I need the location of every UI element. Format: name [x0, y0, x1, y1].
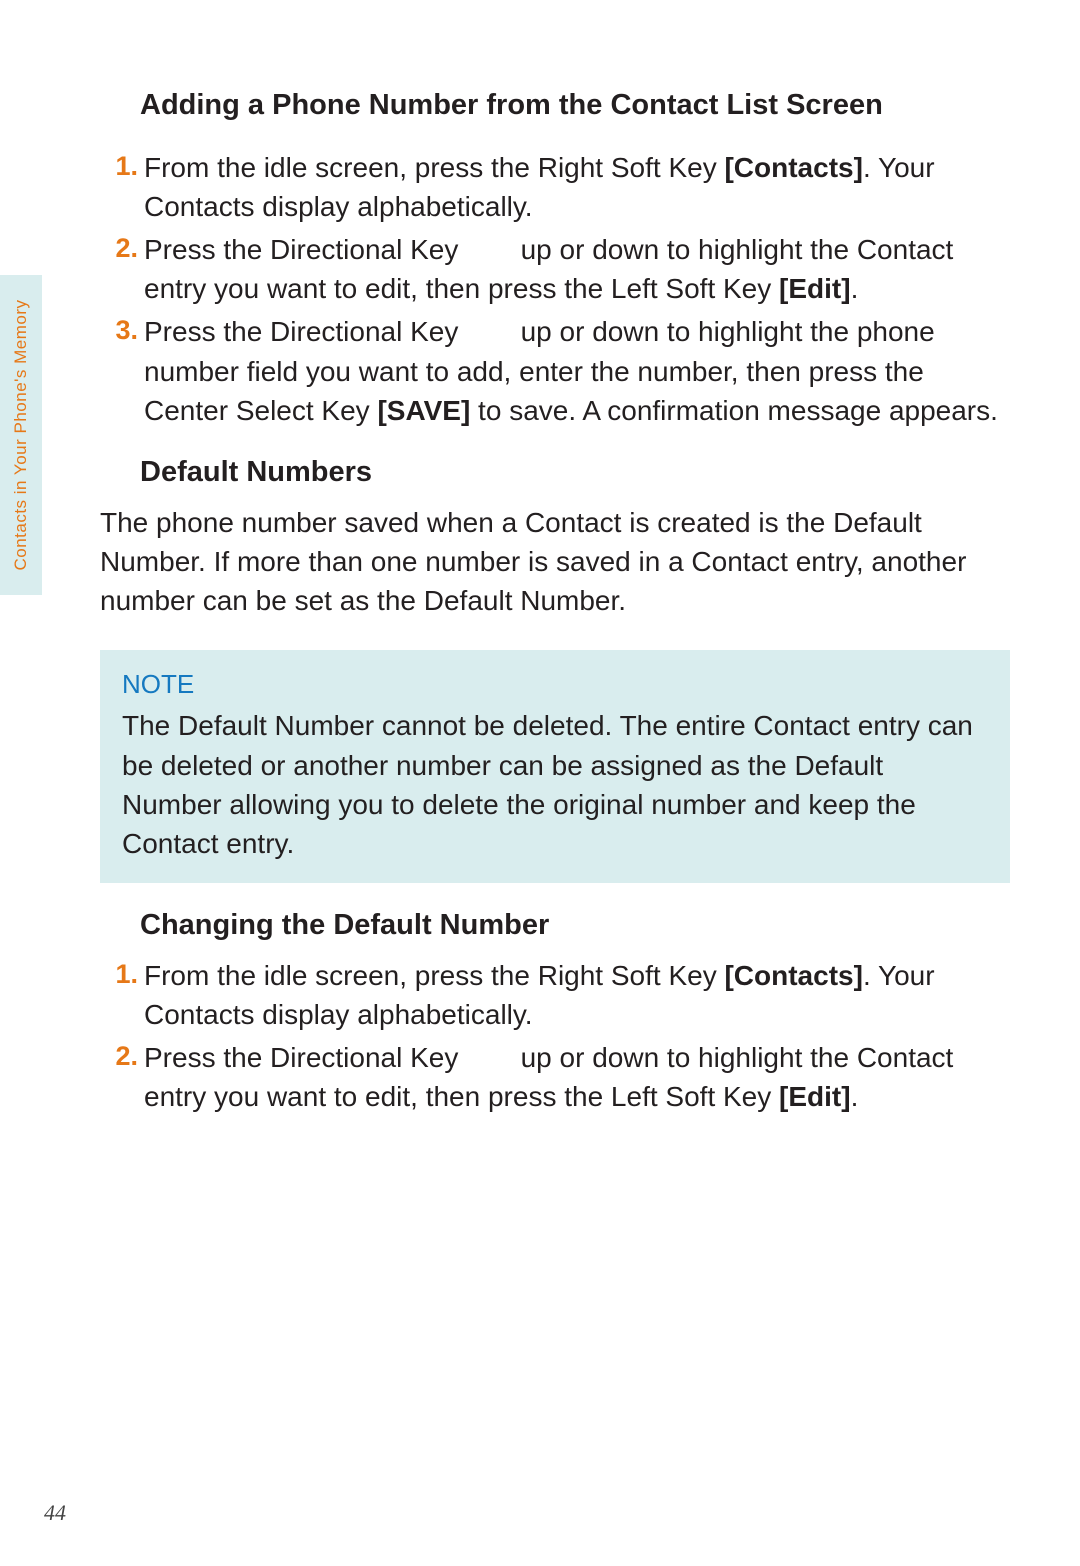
note-callout: NOTE The Default Number cannot be delete… — [100, 650, 1010, 883]
step-text: From the idle screen, press the Right So… — [144, 148, 1010, 226]
step-number: 1. — [100, 956, 144, 1034]
note-text: The Default Number cannot be deleted. Th… — [122, 706, 988, 863]
note-label: NOTE — [122, 666, 988, 702]
text-run: Press the Directional Key — [144, 234, 466, 265]
step-item: 2. Press the Directional Key up or down … — [100, 230, 1010, 308]
paragraph-text: The phone number saved when a Contact is… — [100, 503, 1010, 621]
step-item: 3. Press the Directional Key up or down … — [100, 312, 1010, 430]
section-heading-adding: Adding a Phone Number from the Contact L… — [100, 85, 1010, 126]
text-run: From the idle screen, press the Right So… — [144, 960, 724, 991]
bold-text: [Contacts] — [724, 960, 862, 991]
step-number: 2. — [100, 230, 144, 308]
text-run: . — [851, 1081, 859, 1112]
text-run: Press the Directional Key — [144, 1042, 466, 1073]
step-text: Press the Directional Key up or down to … — [144, 230, 1010, 308]
step-number: 3. — [100, 312, 144, 430]
side-tab-label: Contacts in Your Phone's Memory — [0, 275, 42, 595]
text-run: to save. A confirmation message appears. — [470, 395, 998, 426]
step-item: 1. From the idle screen, press the Right… — [100, 148, 1010, 226]
section-heading-changing-default: Changing the Default Number — [100, 905, 1010, 946]
step-item: 1. From the idle screen, press the Right… — [100, 956, 1010, 1034]
step-number: 2. — [100, 1038, 144, 1116]
bold-text: [Contacts] — [724, 152, 862, 183]
page-number: 44 — [44, 1500, 66, 1526]
page-content: Adding a Phone Number from the Contact L… — [100, 85, 1010, 1117]
document-page: Contacts in Your Phone's Memory Adding a… — [0, 0, 1080, 1566]
bold-text: [Edit] — [779, 1081, 851, 1112]
step-text: From the idle screen, press the Right So… — [144, 956, 1010, 1034]
step-text: Press the Directional Key up or down to … — [144, 312, 1010, 430]
section-heading-default-numbers: Default Numbers — [100, 452, 1010, 493]
side-tab: Contacts in Your Phone's Memory — [0, 275, 42, 595]
text-run: From the idle screen, press the Right So… — [144, 152, 724, 183]
bold-text: [Edit] — [779, 273, 851, 304]
bold-text: [SAVE] — [377, 395, 470, 426]
text-run: . — [851, 273, 859, 304]
step-item: 2. Press the Directional Key up or down … — [100, 1038, 1010, 1116]
step-text: Press the Directional Key up or down to … — [144, 1038, 1010, 1116]
text-run: Press the Directional Key — [144, 316, 466, 347]
step-number: 1. — [100, 148, 144, 226]
